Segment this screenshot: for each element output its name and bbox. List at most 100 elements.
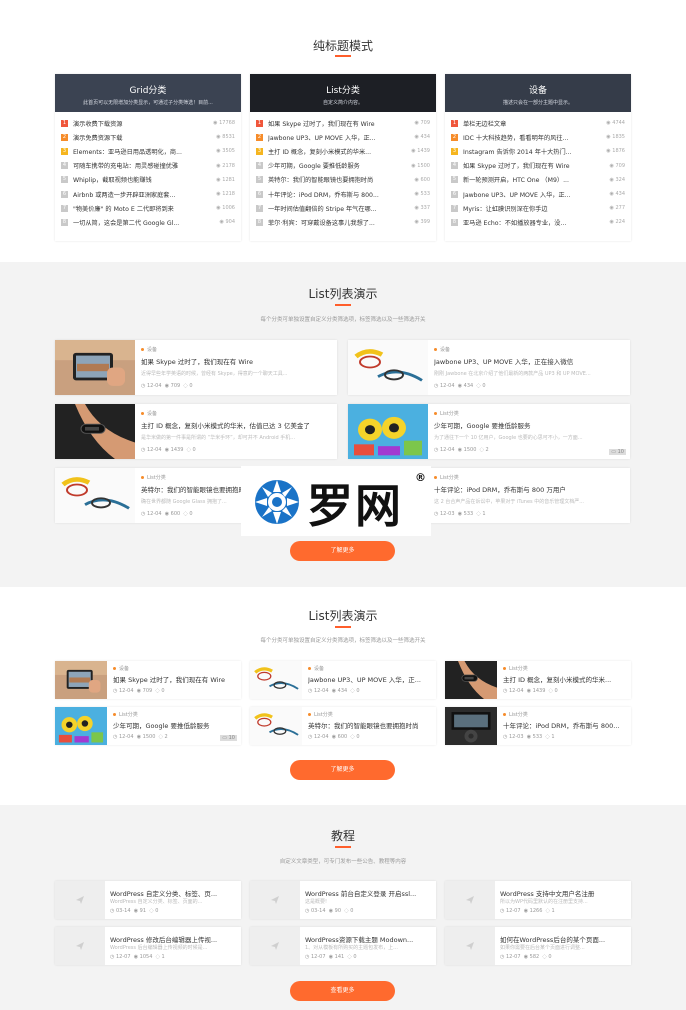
card-title[interactable]: 如何在WordPress后台的某个页面... <box>500 934 626 944</box>
card-title[interactable]: 少年可期，Google 要推低龄服务 <box>434 420 624 430</box>
learn-more-button[interactable]: 了解更多 <box>290 541 395 561</box>
eye-icon: ◉ <box>609 176 614 183</box>
list-card[interactable]: List分类 主打 ID 概念，复刻小米模式的华米... ◷ 12-04 ◉ 1… <box>445 661 631 699</box>
list-item[interactable]: 7 一年时间估值翻倍的 Stripe 年气在哪... ◉ 337 <box>256 201 430 215</box>
column-header[interactable]: Grid分类 此首页可以无限增加分类显示，可通过子分类筛选！目前... <box>55 74 241 112</box>
card-title[interactable]: WordPress 修改后台编辑器上传视... <box>110 934 236 944</box>
list-card[interactable]: 设备 Jawbone UP3、UP MOVE 入华，正在接入微信 刚刚 Jawb… <box>348 340 630 395</box>
list-card[interactable]: List分类 十年评论：iPod DRM，乔布斯与 800... ◷ 12-03… <box>445 707 631 745</box>
tutorial-card[interactable]: WordPress 自定义分类、标签、页... WordPress 自定义分类、… <box>55 881 241 919</box>
card-thumbnail[interactable] <box>55 927 105 965</box>
card-title[interactable]: 十年评论：iPod DRM，乔布斯与 800... <box>503 720 627 730</box>
list-card[interactable]: 设备 Jawbone UP3、UP MOVE 入华，正... ◷ 12-04 ◉… <box>250 661 436 699</box>
card-category[interactable]: List分类 <box>308 711 432 718</box>
card-title[interactable]: 如果 Skype 过时了，我们现在有 Wire <box>113 674 237 684</box>
tutorial-card[interactable]: WordPress 修改后台编辑器上传视... WordPress 后台编辑器上… <box>55 927 241 965</box>
card-category[interactable]: 设备 <box>308 665 432 672</box>
view-count: ◉ 4744 <box>606 120 625 127</box>
rank-number: 6 <box>61 190 68 198</box>
list-item[interactable]: 3 Elements：亚马逊日用品透明化，商... ◉ 3505 <box>61 144 235 158</box>
list-item[interactable]: 6 Airbnb 或两造一步开辟亚洲家庭套... ◉ 1218 <box>61 187 235 201</box>
card-thumbnail[interactable] <box>445 661 497 699</box>
card-title[interactable]: 英特尔：我们的智能眼镜也要拥抱时尚 <box>308 720 432 730</box>
tutorial-card[interactable]: 如何在WordPress后台的某个页面... 如果你需要在后台某个页面进行调整.… <box>445 927 631 965</box>
list-item[interactable]: 8 菲尔·利宾：可穿戴设备这事儿我想了... ◉ 399 <box>256 215 430 229</box>
view-count: ◉ 399 <box>414 219 430 226</box>
list-card[interactable]: 设备 主打 ID 概念，复刻小米模式的华米，估值已达 3 亿美金了 是华米做的第… <box>55 404 337 459</box>
list-item[interactable]: 2 演示免费资源下载 ◉ 8531 <box>61 130 235 144</box>
list-card[interactable]: 设备 如果 Skype 过时了，我们现在有 Wire ◷ 12-04 ◉ 709… <box>55 661 241 699</box>
tutorial-card[interactable]: WordPress 支持中文用户名注册 所以为WP代码里默认的在注册里支持...… <box>445 881 631 919</box>
list-item[interactable]: 6 Jawbone UP3、UP MOVE 入华，正... ◉ 434 <box>451 187 625 201</box>
card-thumbnail[interactable] <box>250 881 300 919</box>
card-thumbnail[interactable] <box>55 404 135 459</box>
learn-more-button[interactable]: 了解更多 <box>290 760 395 780</box>
list-card[interactable]: 设备 如果 Skype 过时了，我们现在有 Wire 近得早些年学英语的时候，曾… <box>55 340 337 395</box>
list-card[interactable]: List分类 英特尔：我们的智能眼镜也要拥抱时尚 ◷ 12-04 ◉ 600 ◌… <box>250 707 436 745</box>
list-item[interactable]: 3 Instagram 告诉你 2014 年十大热门... ◉ 1876 <box>451 144 625 158</box>
list-item[interactable]: 4 少年可期，Google 要推低龄服务 ◉ 1500 <box>256 159 430 173</box>
comment-icon: ◌ <box>548 688 553 694</box>
card-thumbnail[interactable] <box>250 927 300 965</box>
list-item[interactable]: 1 演示收费下载资源 ◉ 17768 <box>61 116 235 130</box>
column-header[interactable]: 设备 描述只会在一部分主题中显示。 <box>445 74 631 112</box>
list-item[interactable]: 7 "物美价廉" 的 Moto E 二代即将到来 ◉ 1006 <box>61 201 235 215</box>
list-item[interactable]: 2 Jawbone UP3、UP MOVE 入华，正... ◉ 434 <box>256 130 430 144</box>
card-thumbnail[interactable] <box>348 404 428 459</box>
list-item[interactable]: 2 IDC 十大科技趋势，看看明年的风往... ◉ 1835 <box>451 130 625 144</box>
list-item[interactable]: 1 单栏无边栏文章 ◉ 4744 <box>451 116 625 130</box>
card-title[interactable]: WordPress 自定义分类、标签、页... <box>110 888 236 898</box>
card-thumbnail[interactable] <box>55 661 107 699</box>
card-meta: ◷ 12-04 ◉ 1439 ◌ 0 <box>503 688 558 694</box>
card-category[interactable]: 设备 <box>113 665 237 672</box>
card-category[interactable]: List分类 <box>434 410 624 417</box>
list-item[interactable]: 5 新一轮预测开启，HTC One （M9）... ◉ 324 <box>451 173 625 187</box>
tutorial-card[interactable]: WordPress 前台自定义登录 开启ssl... 这是概要! ◷ 03-14… <box>250 881 436 919</box>
card-title[interactable]: 少年可期，Google 要推低龄服务 <box>113 720 237 730</box>
view-count: ◉ 17768 <box>213 120 235 127</box>
tutorial-card[interactable]: WordPress资源下载主题 Modown... 1、对从模板有所购买的主题包… <box>250 927 436 965</box>
list-card[interactable]: List分类 少年可期，Google 要推低龄服务 为了通往下一个 10 亿用户… <box>348 404 630 459</box>
list-item[interactable]: 1 如果 Skype 过时了，我们现在有 Wire ◉ 709 <box>256 116 430 130</box>
list-item[interactable]: 3 主打 ID 概念，复刻小米模式的华米... ◉ 1439 <box>256 144 430 158</box>
card-title[interactable]: 如果 Skype 过时了，我们现在有 Wire <box>141 356 331 366</box>
card-thumbnail[interactable] <box>55 468 135 523</box>
card-title[interactable]: WordPress 支持中文用户名注册 <box>500 888 626 898</box>
list-item[interactable]: 4 如果 Skype 过时了，我们现在有 Wire ◉ 709 <box>451 159 625 173</box>
card-title[interactable]: WordPress资源下载主题 Modown... <box>305 934 431 944</box>
card-thumbnail[interactable] <box>250 707 302 745</box>
list-item[interactable]: 7 Myris：让虹膜识别深在你手边 ◉ 277 <box>451 201 625 215</box>
card-title[interactable]: 主打 ID 概念，复刻小米模式的华米，估值已达 3 亿美金了 <box>141 420 331 430</box>
list-item[interactable]: 8 亚马逊 Echo：不如播放器专业，没... ◉ 224 <box>451 215 625 229</box>
card-title[interactable]: Jawbone UP3、UP MOVE 入华，正在接入微信 <box>434 356 624 366</box>
card-thumbnail[interactable] <box>55 340 135 395</box>
card-category[interactable]: List分类 <box>503 665 627 672</box>
card-thumbnail[interactable] <box>445 707 497 745</box>
card-title[interactable]: Jawbone UP3、UP MOVE 入华，正... <box>308 674 432 684</box>
card-category[interactable]: 设备 <box>434 346 624 353</box>
card-category[interactable]: List分类 <box>434 474 624 481</box>
card-thumbnail[interactable] <box>55 881 105 919</box>
list-item[interactable]: 5 英特尔：我们的智能眼镜也要拥抱时尚 ◉ 600 <box>256 173 430 187</box>
card-category[interactable]: List分类 <box>503 711 627 718</box>
list-item[interactable]: 5 Whiplip，截取视频也能赚钱 ◉ 1281 <box>61 173 235 187</box>
card-thumbnail[interactable] <box>445 881 495 919</box>
list-item[interactable]: 6 十年评论：iPod DRM，乔布斯与 800... ◉ 533 <box>256 187 430 201</box>
column-header[interactable]: List分类 自定义简介内容。 <box>250 74 436 112</box>
gallery-count-badge: ▭ 10 <box>220 735 237 741</box>
card-category[interactable]: 设备 <box>141 410 331 417</box>
view-more-button[interactable]: 查看更多 <box>290 981 395 1001</box>
card-thumbnail[interactable] <box>55 707 107 745</box>
list-item[interactable]: 4 可随车携带的充电站：用灵感碰撞优雅 ◉ 2178 <box>61 159 235 173</box>
card-thumbnail[interactable] <box>445 927 495 965</box>
list-card[interactable]: List分类 少年可期，Google 要推低龄服务 ◷ 12-04 ◉ 1500… <box>55 707 241 745</box>
item-title: 演示免费资源下载 <box>73 134 123 142</box>
card-thumbnail[interactable] <box>348 340 428 395</box>
card-title[interactable]: 十年评论：iPod DRM，乔布斯与 800 万用户 <box>434 484 624 494</box>
list-item[interactable]: 8 一切从简，这会是第二代 Google Gl... ◉ 904 <box>61 215 235 229</box>
card-category[interactable]: List分类 <box>113 711 237 718</box>
card-title[interactable]: 主打 ID 概念，复刻小米模式的华米... <box>503 674 627 684</box>
card-category[interactable]: 设备 <box>141 346 331 353</box>
card-title[interactable]: WordPress 前台自定义登录 开启ssl... <box>305 888 431 898</box>
card-thumbnail[interactable] <box>250 661 302 699</box>
